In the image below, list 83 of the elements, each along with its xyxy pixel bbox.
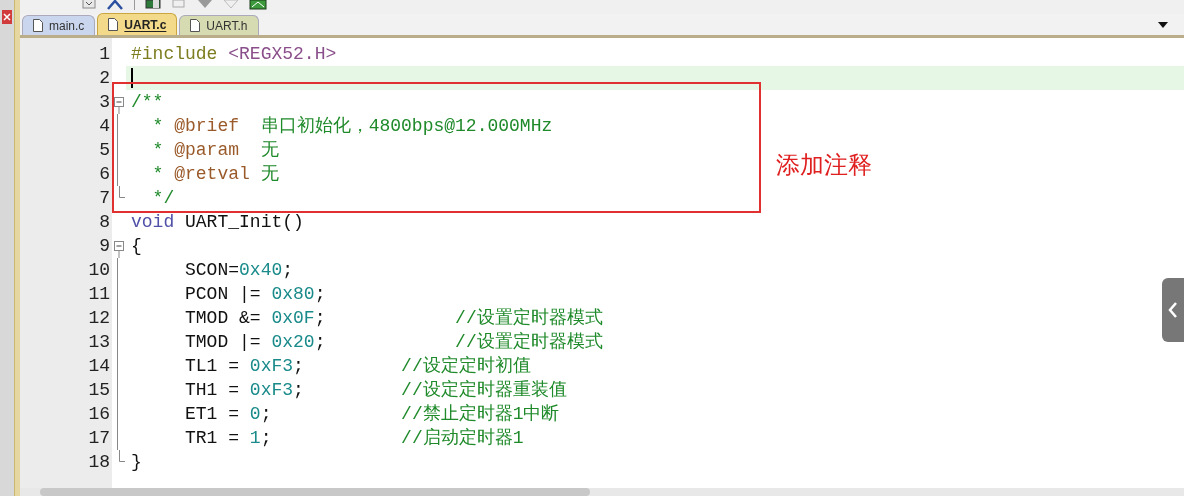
toolbar-icon[interactable] bbox=[82, 0, 96, 10]
toolbar-icon[interactable] bbox=[145, 0, 161, 9]
code-token: ; bbox=[314, 331, 327, 354]
line-number: 8 bbox=[99, 211, 110, 234]
code-token: 0xF3 bbox=[249, 355, 294, 378]
code-token: //设置定时器模式 bbox=[455, 307, 603, 330]
code-token: ET1 = bbox=[184, 403, 241, 426]
line-number: 3 bbox=[99, 91, 110, 114]
code-token: @brief bbox=[174, 115, 240, 138]
code-token: } bbox=[131, 451, 142, 474]
code-token: { bbox=[131, 235, 142, 258]
chevron-left-icon bbox=[1168, 301, 1178, 319]
line-number: 12 bbox=[88, 307, 110, 330]
code-token: */ bbox=[151, 187, 175, 210]
line-number: 13 bbox=[88, 331, 110, 354]
line-number: 16 bbox=[88, 403, 110, 426]
code-token: * bbox=[151, 139, 165, 162]
code-token: #include bbox=[131, 43, 218, 66]
code-token: /** bbox=[131, 91, 164, 114]
scrollbar-thumb[interactable] bbox=[40, 488, 590, 496]
code-token: //启动定时器1 bbox=[401, 427, 524, 450]
annotation-label: 添加注释 bbox=[776, 150, 872, 180]
code-token: TR1 = bbox=[184, 427, 241, 450]
document-icon bbox=[33, 19, 43, 32]
code-token: 0xF3 bbox=[249, 379, 294, 402]
code-token: ; bbox=[260, 403, 273, 426]
line-number: 10 bbox=[88, 259, 110, 282]
line-number: 11 bbox=[88, 283, 110, 306]
fold-end-mark bbox=[118, 450, 125, 462]
line-number: 2 bbox=[99, 67, 110, 90]
file-tab[interactable]: UART.h bbox=[179, 15, 259, 35]
code-token: * bbox=[151, 115, 165, 138]
code-token: UART_Init() bbox=[184, 211, 304, 234]
code-token: 0x40 bbox=[239, 259, 283, 282]
document-icon bbox=[190, 19, 201, 32]
code-token: //禁止定时器1中断 bbox=[401, 403, 560, 426]
close-icon[interactable] bbox=[2, 10, 12, 24]
fold-end-mark bbox=[118, 186, 125, 198]
code-token: 0 bbox=[249, 403, 261, 426]
toolbar-icon[interactable] bbox=[249, 0, 267, 10]
code-token: //设定定时初值 bbox=[401, 355, 531, 378]
code-token: void bbox=[131, 211, 175, 234]
code-token: 0x80 bbox=[271, 283, 315, 306]
code-token: 1 bbox=[249, 427, 261, 450]
code-token: ; bbox=[293, 355, 305, 378]
code-token: TH1 = bbox=[184, 379, 241, 402]
code-token: 0x20 bbox=[271, 331, 315, 354]
code-token: TL1 = bbox=[184, 355, 241, 378]
line-number: 1 bbox=[99, 43, 110, 66]
code-token: 串口初始化，4800bps@12.000MHz bbox=[259, 115, 553, 138]
side-panel-toggle[interactable] bbox=[1162, 278, 1184, 342]
line-number: 17 bbox=[88, 427, 110, 450]
dropdown-arrow-icon[interactable] bbox=[1158, 21, 1168, 29]
text-cursor bbox=[131, 68, 133, 88]
code-token: //设置定时器模式 bbox=[455, 331, 603, 354]
file-tab[interactable]: main.c bbox=[22, 15, 96, 35]
code-token: ; bbox=[260, 427, 273, 450]
code-token: <REGX52.H> bbox=[227, 43, 337, 66]
file-tab[interactable]: UART.c bbox=[97, 13, 178, 35]
code-token: 无 bbox=[259, 163, 279, 186]
line-number: 6 bbox=[99, 163, 110, 186]
code-token: //设定定时器重装值 bbox=[401, 379, 567, 402]
code-token: TMOD &= bbox=[184, 307, 262, 330]
code-token: TMOD |= bbox=[184, 331, 262, 354]
code-token: * bbox=[151, 163, 165, 186]
code-token: @retval bbox=[174, 163, 250, 186]
code-token: ; bbox=[314, 283, 326, 306]
line-number: 15 bbox=[88, 379, 110, 402]
line-number: 7 bbox=[99, 187, 110, 210]
code-token: SCON= bbox=[184, 259, 240, 282]
code-token: 无 bbox=[259, 139, 279, 162]
line-number: 4 bbox=[99, 115, 110, 138]
code-token: 0x0F bbox=[271, 307, 315, 330]
line-number: 9 bbox=[99, 235, 110, 258]
document-icon bbox=[108, 18, 119, 31]
code-token: PCON |= bbox=[184, 283, 262, 306]
code-token: ; bbox=[293, 379, 305, 402]
code-token: ; bbox=[282, 259, 294, 282]
line-number: 5 bbox=[99, 139, 110, 162]
code-token: ; bbox=[314, 307, 327, 330]
code-token: @param bbox=[174, 139, 240, 162]
line-number: 14 bbox=[88, 355, 110, 378]
line-number: 18 bbox=[88, 451, 110, 474]
